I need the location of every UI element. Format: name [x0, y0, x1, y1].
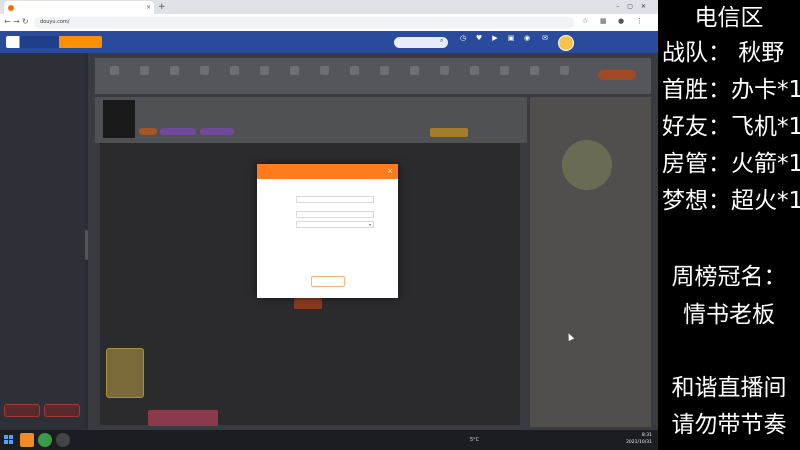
overlay-friend: 好友：飞机*1: [662, 114, 800, 140]
category-icon[interactable]: [500, 66, 509, 75]
tab-bar: × + –▢✕: [0, 0, 658, 14]
category-icon[interactable]: [320, 66, 329, 75]
category-icon[interactable]: [200, 66, 209, 75]
sidebar: [0, 53, 85, 430]
overlay-notice-line1: 和谐直播间: [671, 375, 787, 401]
url-input[interactable]: douyu.com/: [34, 17, 574, 28]
taskbar: 5°C 8:31 2021/10/31: [0, 430, 658, 450]
obs-icon[interactable]: [56, 433, 70, 447]
bookmark-star-icon[interactable]: ☆: [582, 17, 588, 25]
stream-option-select[interactable]: ▾: [296, 221, 374, 228]
close-tab-icon[interactable]: ×: [146, 1, 151, 14]
overlay-notice-line2: 请勿带节奏: [671, 412, 787, 438]
category-icon[interactable]: [140, 66, 149, 75]
overlay-weekly-champion-label: 周榜冠名：: [671, 264, 787, 290]
avatar[interactable]: [558, 35, 574, 51]
chevron-down-icon: ▾: [368, 222, 371, 227]
close-icon[interactable]: ×: [387, 164, 393, 179]
menu-icon[interactable]: ⋮: [636, 17, 643, 25]
overlay-weekly-champion-name: 情书老板: [683, 302, 775, 328]
follow-icon[interactable]: ♥: [472, 34, 486, 52]
profile-icon[interactable]: ●: [618, 17, 624, 25]
browser-tab[interactable]: ×: [4, 1, 154, 14]
windows-start-icon[interactable]: [4, 435, 13, 444]
category-icon[interactable]: [110, 66, 119, 75]
room-tag[interactable]: [200, 128, 234, 135]
site-header: ⌕ ◷ ♥ ▶ ▣ ◉ ✉: [0, 31, 658, 53]
category-icon[interactable]: [350, 66, 359, 75]
taskbar-app-icon[interactable]: [20, 433, 34, 447]
message-icon[interactable]: ✉: [538, 34, 552, 52]
window-controls[interactable]: –▢✕: [616, 0, 654, 14]
new-tab-icon[interactable]: +: [158, 1, 166, 13]
live-icon[interactable]: ◉: [520, 34, 534, 52]
stream-settings-dialog: × ▾: [257, 164, 398, 298]
overlay-team: 战队： 秋野: [662, 40, 785, 66]
follow-button[interactable]: [598, 70, 636, 80]
reload-icon[interactable]: ↻: [22, 17, 29, 27]
category-icon[interactable]: [410, 66, 419, 75]
browser-window: × + –▢✕ ← → ↻ douyu.com/ ☆ ▦ ● ⋮ ⌕ ◷ ♥ ▶…: [0, 0, 658, 430]
back-icon[interactable]: ←: [4, 17, 11, 27]
category-icon[interactable]: [290, 66, 299, 75]
video-icon[interactable]: ▶: [488, 34, 502, 52]
clock-time: 8:31: [641, 433, 652, 438]
extension-icon[interactable]: ▦: [600, 17, 607, 25]
clock[interactable]: 8:31 2021/10/31: [612, 432, 652, 446]
category-icon[interactable]: [170, 66, 179, 75]
category-icon[interactable]: [260, 66, 269, 75]
weather-widget[interactable]: 5°C: [470, 433, 479, 447]
overlay-region: 电信区: [694, 5, 764, 31]
category-icon[interactable]: [380, 66, 389, 75]
anchor-avatar[interactable]: [103, 100, 135, 138]
rtmp-address-field[interactable]: [296, 196, 374, 203]
category-icon[interactable]: [530, 66, 539, 75]
overlay-room-admin: 房管：火箭*1: [662, 151, 800, 177]
dialog-header: ×: [257, 164, 398, 179]
category-bar: [95, 58, 651, 94]
room-tag[interactable]: [139, 128, 157, 135]
stream-key-field[interactable]: [296, 211, 374, 218]
notification-toast[interactable]: [148, 410, 218, 426]
overlay-dream: 梦想：超火*1: [662, 188, 800, 214]
sidebar-pill-button[interactable]: [44, 404, 80, 417]
gift-badge[interactable]: [430, 128, 468, 137]
anchor-cartoon-image: [562, 140, 612, 190]
category-icon[interactable]: [440, 66, 449, 75]
overlay-first-win: 首胜：办卡*1: [662, 77, 800, 103]
category-icon[interactable]: [230, 66, 239, 75]
promo-card[interactable]: [106, 348, 144, 398]
room-tag[interactable]: [160, 128, 196, 135]
stream-overlay-panel: 电信区 战队： 秋野 首胜：办卡*1 好友：飞机*1 房管：火箭*1 梦想：超火…: [658, 0, 800, 450]
douyu-favicon-icon: [8, 5, 14, 11]
category-icon[interactable]: [470, 66, 479, 75]
dialog-confirm-button[interactable]: [311, 276, 345, 287]
address-bar: ← → ↻ douyu.com/ ☆ ▦ ● ⋮: [0, 14, 658, 32]
panel-description: [538, 205, 643, 285]
app-icon[interactable]: ▣: [504, 34, 518, 52]
sidebar-pill-button[interactable]: [4, 404, 40, 417]
chrome-icon[interactable]: [38, 433, 52, 447]
clock-date: 2021/10/31: [626, 440, 652, 445]
forward-icon[interactable]: →: [13, 17, 20, 27]
douyu-logo[interactable]: [6, 36, 102, 48]
search-icon[interactable]: ⌕: [440, 37, 443, 45]
history-icon[interactable]: ◷: [456, 34, 470, 52]
start-live-button[interactable]: [294, 298, 322, 309]
category-icon[interactable]: [560, 66, 569, 75]
